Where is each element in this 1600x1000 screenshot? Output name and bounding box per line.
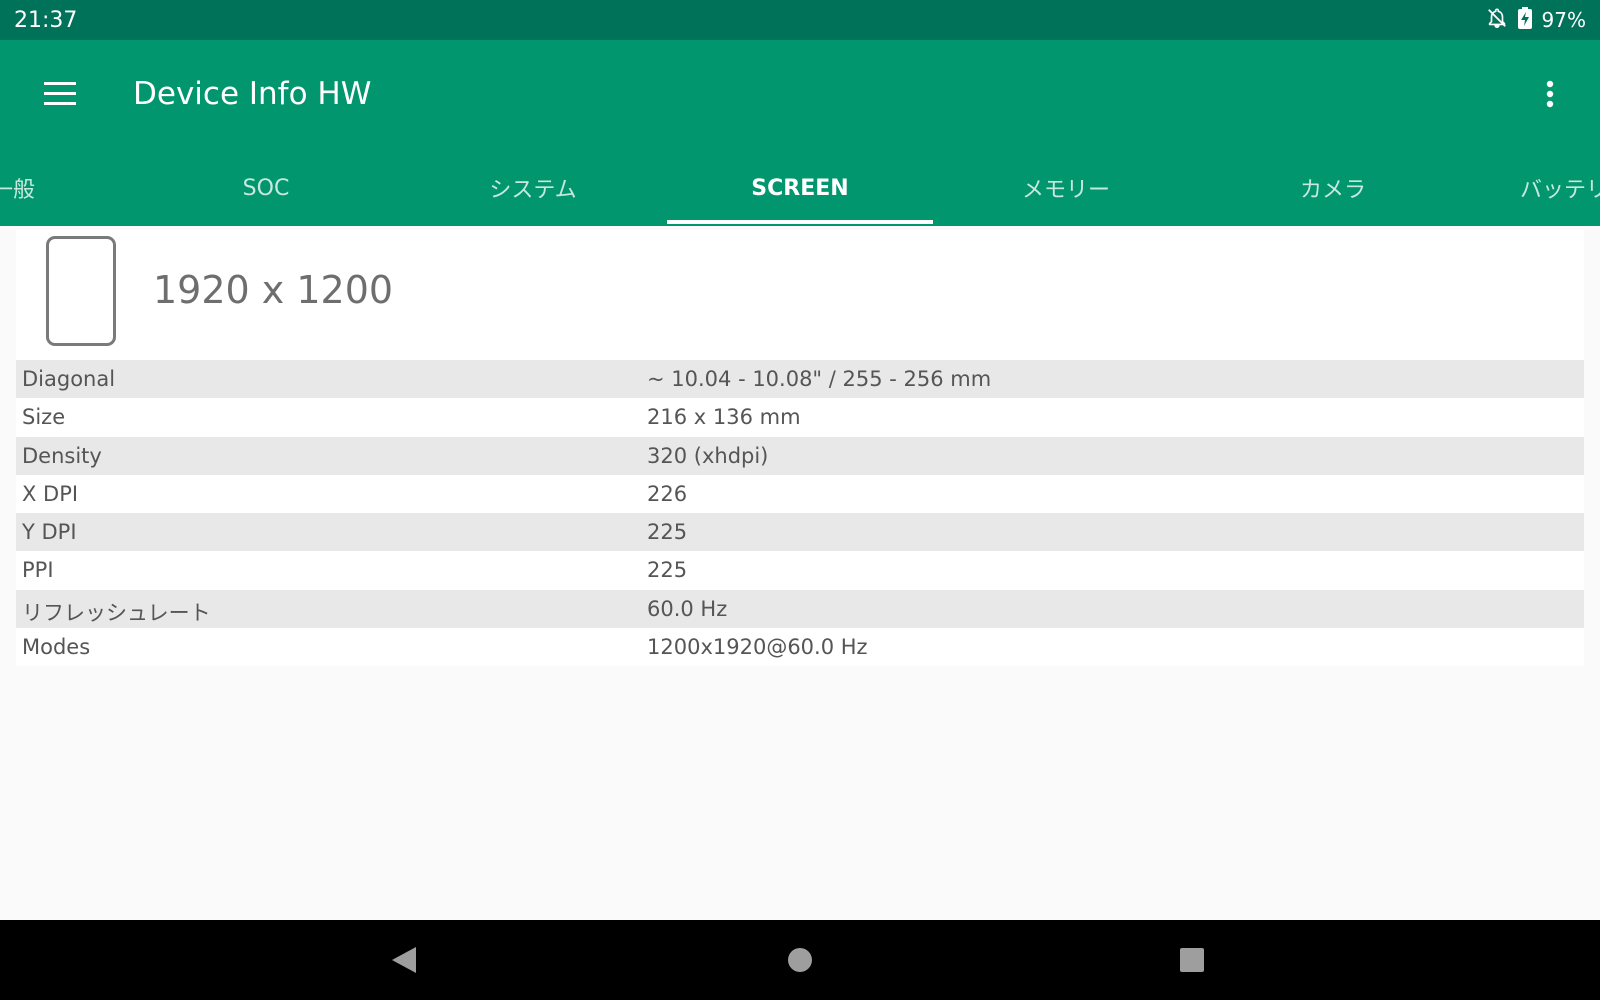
table-row: Y DPI 225 — [16, 513, 1584, 552]
row-label: Density — [22, 443, 102, 468]
status-bar: 21:37 97% — [0, 0, 1600, 40]
hamburger-menu-icon[interactable] — [36, 70, 84, 118]
screen-info-card: 1920 x 1200 Diagonal ~ 10.04 - 10.08" / … — [16, 230, 1584, 667]
screen-device-icon — [46, 236, 116, 346]
row-label: Diagonal — [22, 367, 116, 391]
row-value: 225 — [647, 520, 688, 545]
tab-camera[interactable]: カメラ — [1200, 150, 1466, 226]
more-vert-icon[interactable] — [1526, 70, 1574, 118]
row-label: Y DPI — [22, 520, 77, 545]
table-row: Density 320 (xhdpi) — [16, 436, 1584, 475]
row-value: 320 (xhdpi) — [647, 443, 769, 468]
row-value: ~ 10.04 - 10.08" / 255 - 256 mm — [647, 367, 992, 391]
row-value: 225 — [647, 558, 688, 583]
navigation-bar — [0, 920, 1600, 1000]
battery-charging-icon — [1517, 6, 1532, 34]
table-row: PPI 225 — [16, 551, 1584, 590]
screen-spec-table: Diagonal ~ 10.04 - 10.08" / 255 - 256 mm… — [16, 360, 1584, 667]
row-label: Size — [22, 405, 66, 430]
row-value: 216 x 136 mm — [647, 405, 801, 430]
back-triangle-icon[interactable] — [380, 940, 428, 980]
row-label: X DPI — [22, 481, 79, 506]
table-row: Modes 1200x1920@60.0 Hz — [16, 628, 1584, 667]
tab-screen[interactable]: SCREEN — [667, 150, 933, 226]
row-value: 60.0 Hz — [647, 596, 728, 621]
tab-general[interactable]: 一般 — [0, 150, 146, 226]
table-row: X DPI 226 — [16, 474, 1584, 514]
app-bar: Device Info HW 一般 SOC システム SCREEN メモリー カ… — [0, 40, 1600, 226]
table-row: Size 216 x 136 mm — [16, 398, 1584, 437]
recents-square-icon[interactable] — [1168, 940, 1216, 980]
screen-header: 1920 x 1200 — [16, 230, 1584, 360]
table-row: リフレッシュレート 60.0 Hz — [16, 589, 1584, 629]
row-label: Modes — [22, 635, 91, 660]
status-icons: 97% — [1486, 6, 1586, 34]
toolbar: Device Info HW — [0, 40, 1600, 150]
row-label: PPI — [22, 558, 54, 583]
app-title: Device Info HW — [133, 76, 372, 112]
tab-system[interactable]: システム — [400, 150, 666, 226]
screen-resolution: 1920 x 1200 — [153, 268, 394, 312]
notifications-off-icon — [1486, 7, 1508, 34]
tab-battery[interactable]: バッテリー — [1520, 150, 1600, 226]
tab-memory[interactable]: メモリー — [933, 150, 1199, 226]
status-time: 21:37 — [14, 7, 78, 33]
tab-bar: 一般 SOC システム SCREEN メモリー カメラ バッテリー — [0, 150, 1600, 226]
tab-indicator — [667, 220, 933, 224]
tab-soc[interactable]: SOC — [133, 150, 399, 226]
table-row: Diagonal ~ 10.04 - 10.08" / 255 - 256 mm — [16, 360, 1584, 399]
screen-info-page: 1920 x 1200 Diagonal ~ 10.04 - 10.08" / … — [0, 226, 1600, 920]
row-value: 226 — [647, 481, 688, 506]
home-circle-icon[interactable] — [776, 940, 824, 980]
row-label: リフレッシュレート — [22, 600, 211, 625]
battery-percent: 97% — [1541, 8, 1586, 32]
row-value: 1200x1920@60.0 Hz — [647, 635, 868, 660]
